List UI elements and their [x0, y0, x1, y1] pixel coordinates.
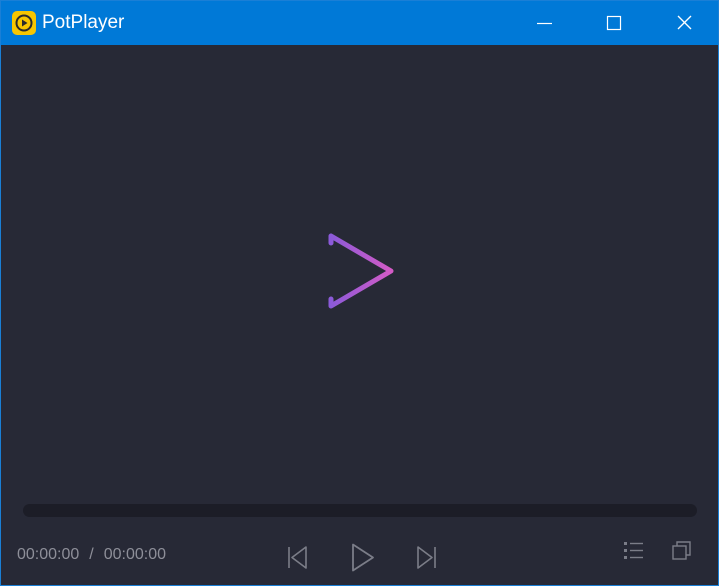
minimize-icon — [537, 22, 552, 25]
play-icon — [352, 543, 374, 572]
skip-next-icon — [417, 546, 436, 569]
total-time: 00:00:00 — [103, 546, 167, 563]
playlist-icon — [624, 542, 643, 559]
playlist-button[interactable] — [621, 539, 647, 563]
close-button[interactable] — [661, 1, 707, 45]
skip-previous-icon — [288, 546, 307, 569]
previous-button[interactable] — [284, 541, 312, 573]
maximize-button[interactable] — [591, 1, 637, 45]
title-bar[interactable]: PotPlayer — [1, 1, 718, 45]
potplayer-logo-icon[interactable] — [12, 11, 36, 35]
current-time: 00:00:00 — [17, 546, 80, 563]
window-title: PotPlayer — [42, 12, 125, 33]
time-separator: / — [89, 546, 94, 563]
play-button[interactable] — [349, 541, 377, 573]
video-area[interactable] — [1, 45, 718, 497]
time-display: 00:00:00 / 00:00:00 — [17, 545, 166, 565]
potplayer-play-logo-icon — [325, 233, 394, 309]
close-icon — [677, 15, 692, 30]
restore-window-button[interactable] — [669, 539, 695, 563]
seek-bar[interactable] — [23, 504, 697, 517]
potplayer-window: PotPlayer 00:00:00 / 00:00:00 — [0, 0, 719, 586]
maximize-icon — [606, 15, 622, 31]
restore-window-icon — [672, 541, 691, 560]
minimize-button[interactable] — [521, 1, 567, 45]
next-button[interactable] — [414, 541, 442, 573]
